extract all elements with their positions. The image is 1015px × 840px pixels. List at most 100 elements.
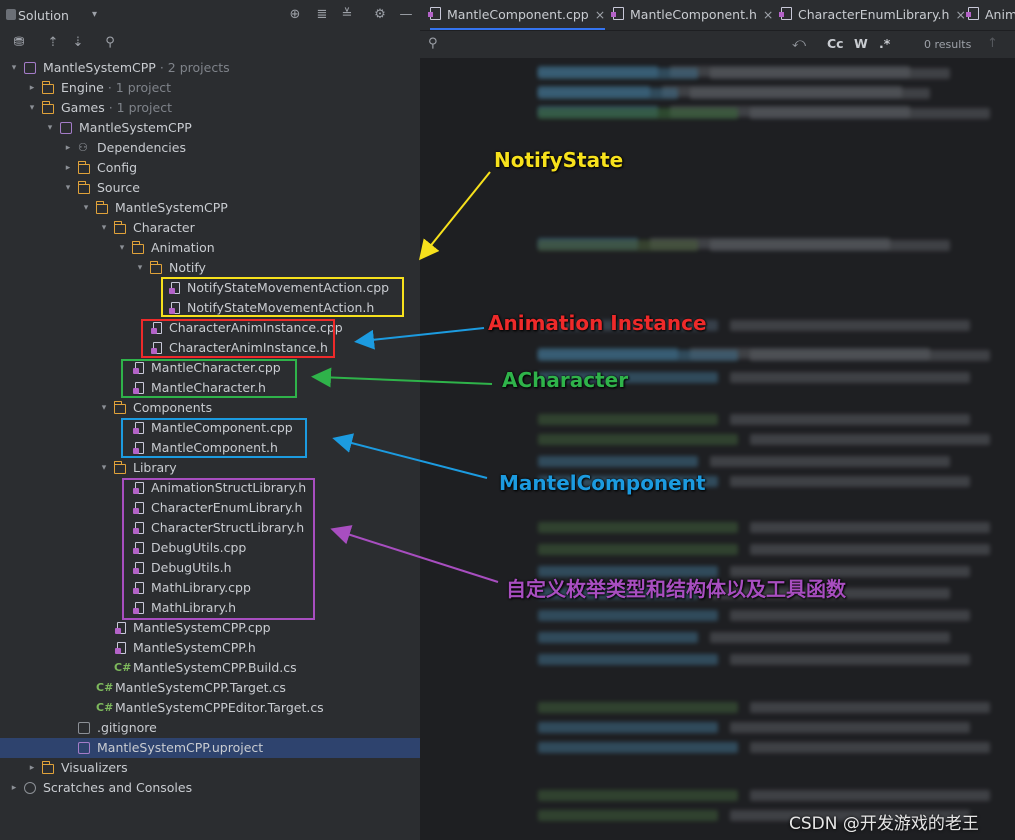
tree-item-label: Dependencies [97, 140, 186, 155]
chevron-right-icon[interactable]: ▸ [26, 758, 38, 778]
reg-replace-icon[interactable]: ⤺ [792, 36, 806, 51]
tree-visualizers[interactable]: ▸ Visualizers [0, 758, 420, 778]
arrow-up-icon[interactable]: ↑ [987, 36, 998, 51]
chevron-right-icon[interactable]: ▸ [26, 78, 38, 98]
search-icon[interactable]: ⚲ [428, 36, 438, 51]
csharp-file-icon: C# [96, 681, 114, 694]
close-icon[interactable]: × [763, 7, 773, 22]
folder-icon [77, 181, 90, 194]
folder-icon [131, 241, 144, 254]
editor-tab[interactable]: Anim [966, 0, 1015, 30]
library-label: 自定义枚举类型和结构体以及工具函数 [506, 577, 846, 601]
gear-icon[interactable]: ⚙ [371, 6, 389, 24]
scratches-icon [24, 782, 36, 794]
code-line [710, 632, 950, 643]
chevron-down-icon[interactable]: ▾ [98, 458, 110, 478]
tree-config[interactable]: ▸ Config [0, 158, 420, 178]
scroll-to-source-icon[interactable]: ⇣ [69, 34, 87, 52]
chevron-down-icon[interactable]: ▾ [8, 58, 20, 78]
tree-scratches[interactable]: ▸ Scratches and Consoles [0, 778, 420, 798]
tree-item-meta: · 1 project [104, 100, 172, 115]
close-icon[interactable]: × [595, 7, 605, 22]
crosshair-icon[interactable]: ⊕ [286, 6, 304, 24]
code-view[interactable] [420, 58, 1015, 840]
tree-file[interactable]: C# MantleSystemCPPEditor.Target.cs [0, 698, 420, 718]
whole-word-button[interactable]: W [854, 36, 868, 51]
close-icon[interactable]: × [955, 7, 965, 22]
tree-file[interactable]: C# MantleSystemCPP.Build.cs [0, 658, 420, 678]
editor-tab[interactable]: MantleComponent.h × [611, 0, 773, 30]
tree-animation[interactable]: ▾ Animation [0, 238, 420, 258]
tree-engine[interactable]: ▸ Engine · 1 project [0, 78, 420, 98]
search-icon[interactable]: ⚲ [101, 34, 119, 52]
code-line [538, 68, 698, 79]
chevron-right-icon[interactable]: ▸ [62, 138, 74, 158]
code-line [538, 722, 718, 733]
tree-dependencies[interactable]: ▸ ⚇ Dependencies [0, 138, 420, 158]
tree-library[interactable]: ▾ Library [0, 458, 420, 478]
chevron-down-icon[interactable]: ▾ [62, 178, 74, 198]
tree-file[interactable]: .gitignore [0, 718, 420, 738]
code-line [750, 544, 990, 555]
code-line [750, 702, 990, 713]
gitignore-icon [78, 722, 90, 734]
code-line [750, 434, 990, 445]
tree-games[interactable]: ▾ Games · 1 project [0, 98, 420, 118]
tree-notify[interactable]: ▾ Notify [0, 258, 420, 278]
tree-solution-root[interactable]: ▾ MantleSystemCPP · 2 projects [0, 58, 420, 78]
filter-icon[interactable]: ⛃ [10, 34, 28, 52]
tree-source-module[interactable]: ▾ MantleSystemCPP [0, 198, 420, 218]
code-line [690, 88, 930, 99]
tree-item-label: MantleSystemCPP · 2 projects [43, 60, 230, 75]
chevron-down-icon[interactable]: ▾ [80, 198, 92, 218]
editor-tab[interactable]: CharacterEnumLibrary.h × [779, 0, 966, 30]
scroll-from-source-icon[interactable]: ⇡ [44, 34, 62, 52]
tab-label: Anim [985, 7, 1015, 22]
chevron-down-icon[interactable]: ▾ [116, 238, 128, 258]
editor-tabs: MantleComponent.cpp × MantleComponent.h × Ch… [420, 0, 1015, 30]
watermark: CSDN @开发游戏的老王 [789, 814, 979, 834]
tree-source[interactable]: ▾ Source [0, 178, 420, 198]
code-line [730, 372, 970, 383]
cpp-file-icon [115, 622, 126, 634]
chevron-down-icon[interactable]: ▾ [92, 9, 97, 20]
chevron-down-icon[interactable]: ▾ [26, 98, 38, 118]
tree-file[interactable]: MantleSystemCPP.cpp [0, 618, 420, 638]
minimize-icon[interactable]: — [397, 6, 415, 24]
tree-project[interactable]: ▾ MantleSystemCPP [0, 118, 420, 138]
tree-character[interactable]: ▾ Character [0, 218, 420, 238]
tree-file[interactable]: C# MantleSystemCPP.Target.cs [0, 678, 420, 698]
project-icon [60, 122, 72, 134]
tree-file[interactable]: MantleSystemCPP.h [0, 638, 420, 658]
tree-item-label: .gitignore [97, 720, 157, 735]
folder-icon [95, 201, 108, 214]
character-highlight-box [121, 359, 297, 398]
code-line [538, 88, 678, 99]
code-line [730, 476, 970, 487]
chevron-right-icon[interactable]: ▸ [8, 778, 20, 798]
tree-item-label: Games · 1 project [61, 100, 172, 115]
code-line [538, 414, 718, 425]
chevron-down-icon[interactable]: ▾ [44, 118, 56, 138]
code-line [538, 544, 738, 555]
chevron-down-icon[interactable]: ▾ [134, 258, 146, 278]
cpp-file-icon [966, 7, 979, 20]
chevron-down-icon[interactable]: ▾ [98, 398, 110, 418]
tree-file-selected[interactable]: MantleSystemCPP.uproject [0, 738, 420, 758]
chevron-right-icon[interactable]: ▸ [62, 158, 74, 178]
expand-all-icon[interactable]: ≚ [338, 6, 356, 24]
match-case-button[interactable]: Cc [827, 36, 844, 51]
code-line [750, 350, 990, 361]
solution-title[interactable]: Solution [18, 8, 69, 23]
csharp-file-icon: C# [96, 701, 114, 714]
tree-components[interactable]: ▾ Components [0, 398, 420, 418]
chevron-down-icon[interactable]: ▾ [98, 218, 110, 238]
editor-tab[interactable]: MantleComponent.cpp × [428, 0, 606, 30]
tree-item-meta: · 2 projects [155, 60, 230, 75]
regex-button[interactable]: .* [879, 36, 890, 51]
code-line [538, 240, 698, 251]
solution-header: Solution ▾ ⊕ ≣ ≚ ⚙ — [0, 0, 420, 32]
collapse-all-icon[interactable]: ≣ [313, 6, 331, 24]
find-bar: ⚲ ⤺ Cc W .* 0 results ↑ [420, 30, 1015, 60]
code-line [538, 790, 738, 801]
